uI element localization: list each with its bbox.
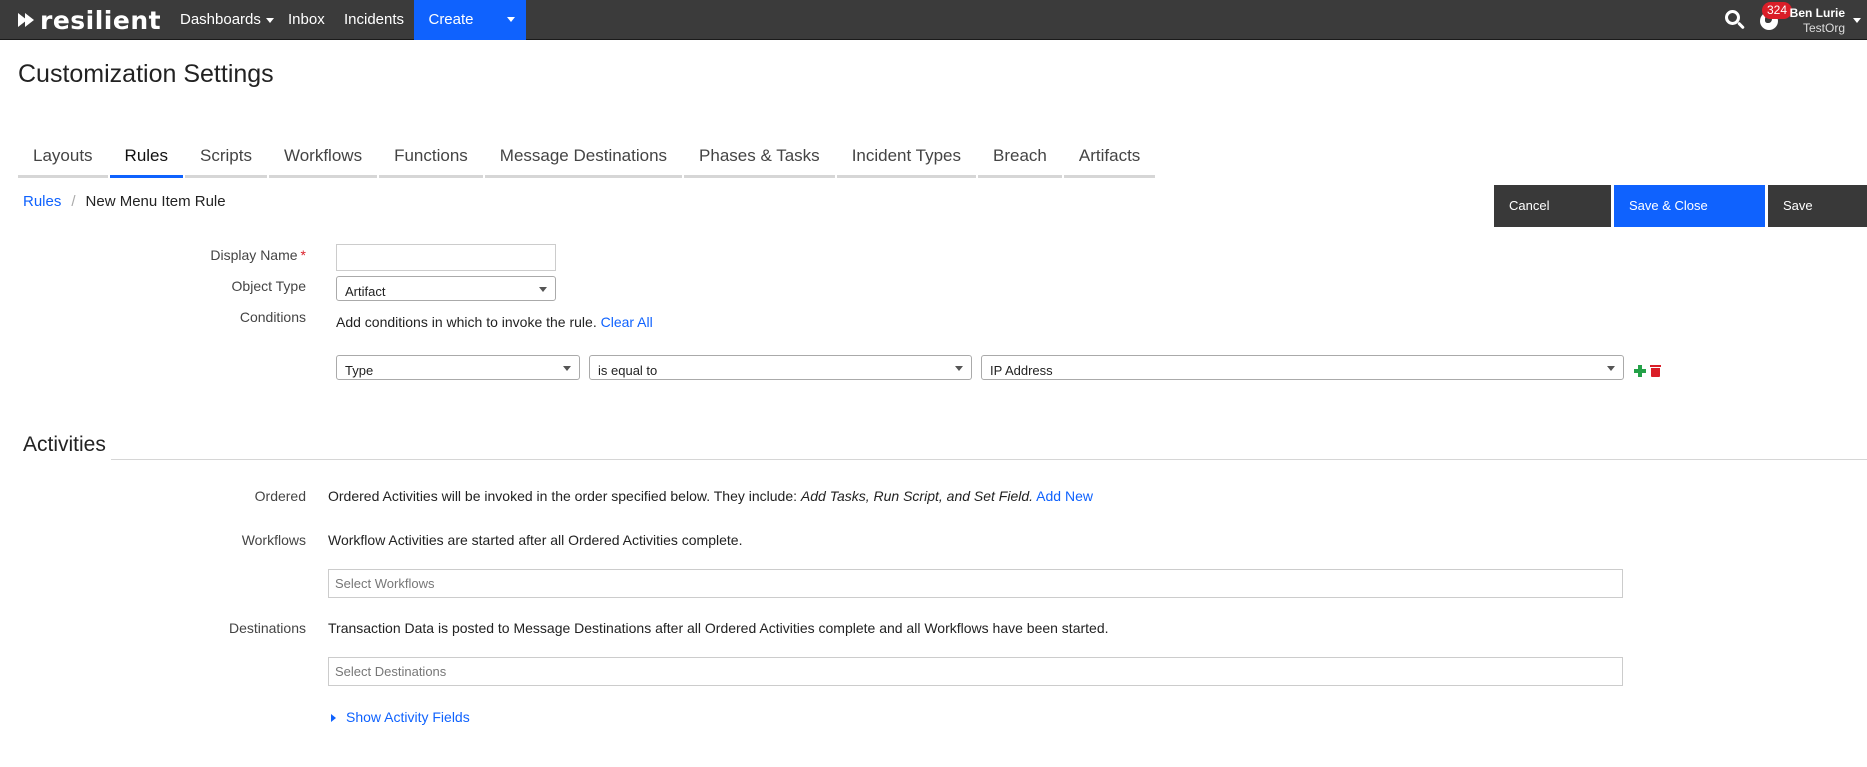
- object-type-value: Artifact: [345, 284, 386, 299]
- breadcrumb-separator: /: [71, 193, 76, 210]
- chevron-down-icon: [539, 287, 547, 292]
- display-name-input[interactable]: [336, 244, 556, 271]
- chevron-down-icon: [563, 366, 571, 371]
- tab-message-destinations[interactable]: Message Destinations: [484, 138, 683, 178]
- notification-count-badge: 324: [1762, 2, 1793, 19]
- nav-dashboards-label: Dashboards: [180, 11, 261, 28]
- tab-workflows[interactable]: Workflows: [268, 138, 378, 178]
- brand-logo[interactable]: resilient: [18, 5, 162, 35]
- user-name[interactable]: Ben Lurie: [1790, 6, 1845, 20]
- user-menu-chevron-down-icon[interactable]: [1853, 18, 1861, 23]
- clear-all-link[interactable]: Clear All: [601, 314, 653, 330]
- destinations-label: Destinations: [228, 620, 306, 636]
- breadcrumb-rules-link[interactable]: Rules: [23, 193, 61, 210]
- activities-heading: Activities: [23, 433, 106, 456]
- page-title: Customization Settings: [18, 60, 274, 88]
- add-condition-plus-icon[interactable]: [1634, 365, 1646, 377]
- tab-layouts[interactable]: Layouts: [18, 138, 108, 178]
- save-close-button[interactable]: Save & Close: [1614, 185, 1765, 227]
- condition-value: IP Address: [990, 363, 1053, 378]
- tab-scripts[interactable]: Scripts: [185, 138, 267, 178]
- ordered-activity-types: Add Tasks, Run Script, and Set Field.: [800, 488, 1034, 504]
- search-icon[interactable]: [1725, 10, 1745, 30]
- settings-tabs: Layouts Rules Scripts Workflows Function…: [18, 138, 1157, 178]
- chevron-down-icon: [1607, 366, 1615, 371]
- show-activity-fields-toggle[interactable]: Show Activity Fields: [331, 709, 470, 725]
- create-button[interactable]: Create: [414, 0, 488, 40]
- cancel-button[interactable]: Cancel: [1494, 185, 1611, 227]
- object-type-label: Object Type: [231, 278, 306, 294]
- conditions-label: Conditions: [239, 309, 306, 325]
- save-button[interactable]: Save: [1768, 185, 1867, 227]
- display-name-label: Display Name *: [210, 247, 306, 263]
- condition-operator-value: is equal to: [598, 363, 658, 378]
- condition-operator-select[interactable]: is equal to: [589, 355, 972, 380]
- delete-condition-trash-icon[interactable]: [1650, 364, 1661, 377]
- select-destinations-input[interactable]: Select Destinations: [328, 657, 1623, 686]
- caret-right-icon: [331, 714, 336, 723]
- destinations-help: Transaction Data is posted to Message De…: [328, 620, 1109, 636]
- required-marker: *: [300, 247, 306, 263]
- object-type-select[interactable]: Artifact: [336, 276, 556, 301]
- chevron-down-icon: [507, 17, 515, 22]
- create-dropdown-toggle[interactable]: [498, 0, 526, 40]
- nav-incidents[interactable]: Incidents: [344, 0, 404, 40]
- chevron-down-icon: [955, 366, 963, 371]
- top-navbar: resilient Dashboards Inbox Incidents Cre…: [0, 0, 1867, 40]
- breadcrumb-current: New Menu Item Rule: [85, 193, 226, 210]
- add-new-link[interactable]: Add New: [1036, 488, 1093, 504]
- create-button-group: Create: [414, 0, 526, 40]
- nav-dashboards[interactable]: Dashboards: [180, 0, 274, 40]
- tab-rules[interactable]: Rules: [109, 138, 184, 178]
- condition-value-select[interactable]: IP Address: [981, 355, 1624, 380]
- condition-field-select[interactable]: Type: [336, 355, 580, 380]
- tab-artifacts[interactable]: Artifacts: [1063, 138, 1156, 178]
- show-activity-fields-label: Show Activity Fields: [346, 709, 470, 725]
- select-workflows-input[interactable]: Select Workflows: [328, 569, 1623, 598]
- resilient-logo-icon: [18, 11, 36, 29]
- brand-name: resilient: [40, 5, 162, 35]
- ordered-label: Ordered: [254, 488, 306, 504]
- conditions-help: Add conditions in which to invoke the ru…: [336, 314, 653, 330]
- breadcrumb: Rules / New Menu Item Rule: [23, 193, 226, 210]
- tab-phases-tasks[interactable]: Phases & Tasks: [684, 138, 835, 178]
- workflows-label: Workflows: [241, 532, 306, 548]
- tab-incident-types[interactable]: Incident Types: [836, 138, 977, 178]
- user-org: TestOrg: [1802, 21, 1845, 35]
- tab-functions[interactable]: Functions: [379, 138, 483, 178]
- chevron-down-icon: [265, 17, 274, 23]
- nav-inbox[interactable]: Inbox: [288, 0, 325, 40]
- tab-breach[interactable]: Breach: [978, 138, 1062, 178]
- workflows-help: Workflow Activities are started after al…: [328, 532, 743, 548]
- ordered-help: Ordered Activities will be invoked in th…: [328, 488, 1093, 504]
- section-divider: [111, 459, 1867, 460]
- condition-field-value: Type: [345, 363, 374, 378]
